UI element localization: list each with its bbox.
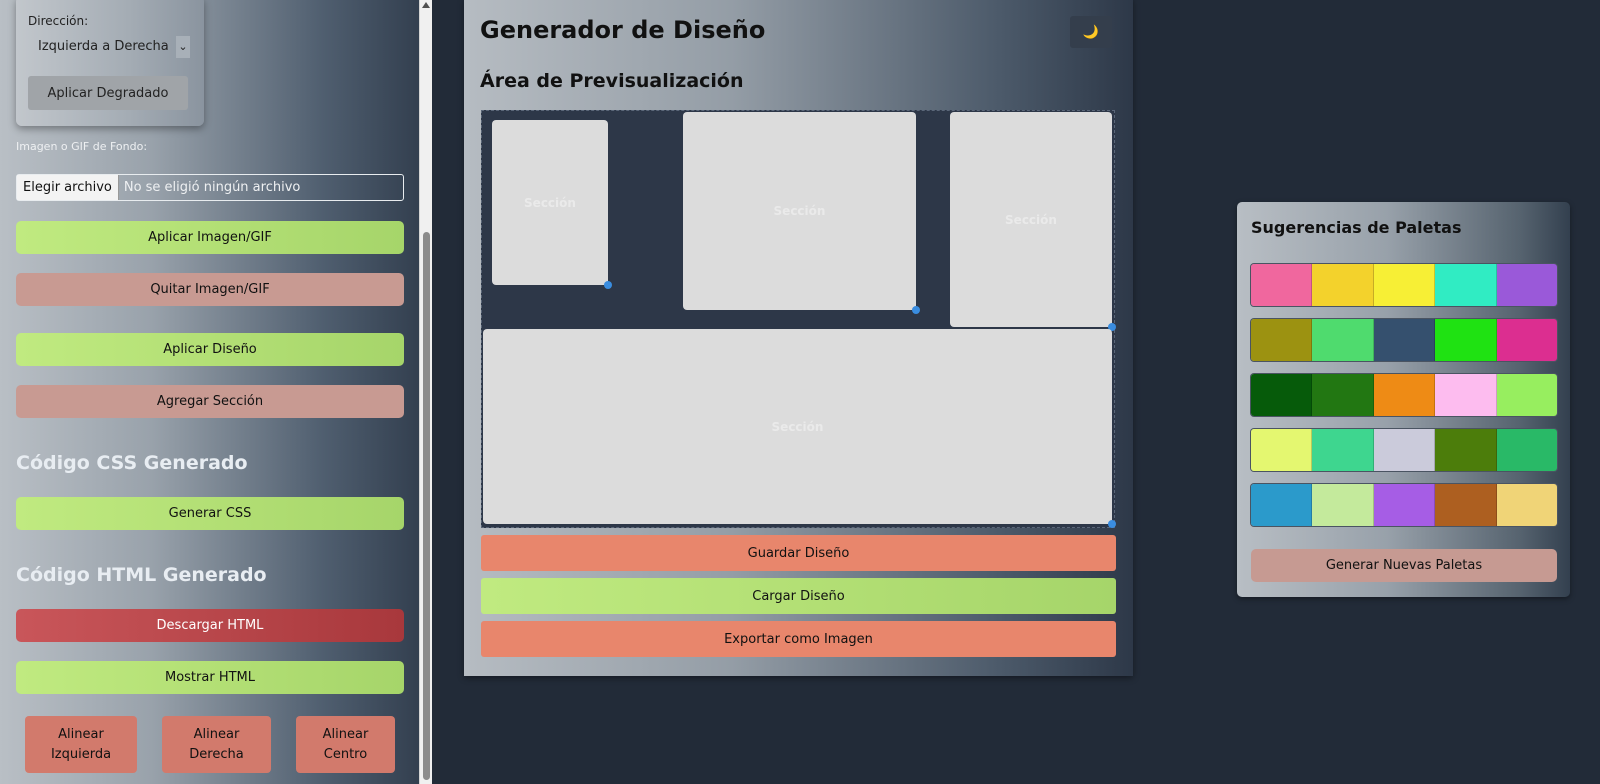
preview-area: Sección Sección Sección Sección bbox=[481, 110, 1116, 528]
palette-swatch[interactable] bbox=[1312, 429, 1374, 471]
align-right-button[interactable]: Alinear Derecha bbox=[162, 716, 271, 773]
align-center-button[interactable]: Alinear Centro bbox=[296, 716, 395, 773]
palette-swatch[interactable] bbox=[1373, 484, 1436, 526]
design-generator-panel: Generador de Diseño 🌙 Área de Previsuali… bbox=[464, 0, 1133, 676]
download-html-button[interactable]: Descargar HTML bbox=[16, 609, 404, 642]
preview-section[interactable]: Sección bbox=[492, 120, 612, 289]
chevron-down-icon: ⌄ bbox=[176, 36, 190, 58]
palette-swatch[interactable] bbox=[1251, 264, 1313, 306]
palette-swatch[interactable] bbox=[1251, 484, 1313, 526]
sidebar: Dirección: Izquierda a Derecha ⌄ Aplicar… bbox=[0, 0, 432, 784]
palette-swatch[interactable] bbox=[1373, 264, 1436, 306]
sidebar-scrollbar[interactable] bbox=[419, 0, 432, 784]
palette-suggestions-title: Sugerencias de Paletas bbox=[1251, 218, 1462, 237]
palette-row[interactable] bbox=[1251, 429, 1557, 471]
resize-handle[interactable] bbox=[1108, 520, 1116, 528]
palette-swatch[interactable] bbox=[1496, 264, 1557, 306]
save-design-button[interactable]: Guardar Diseño bbox=[481, 535, 1116, 571]
css-code-title: Código CSS Generado bbox=[16, 452, 248, 474]
apply-image-button[interactable]: Aplicar Imagen/GIF bbox=[16, 221, 404, 254]
palette-swatch[interactable] bbox=[1373, 319, 1436, 361]
preview-section[interactable]: Sección bbox=[483, 329, 1116, 528]
add-section-button[interactable]: Agregar Sección bbox=[16, 385, 404, 418]
section-label: Sección bbox=[1005, 212, 1057, 227]
direction-select-value: Izquierda a Derecha bbox=[38, 39, 169, 54]
html-code-title: Código HTML Generado bbox=[16, 564, 267, 586]
palette-swatch[interactable] bbox=[1312, 319, 1374, 361]
palette-swatch[interactable] bbox=[1251, 429, 1313, 471]
palette-swatch[interactable] bbox=[1496, 484, 1557, 526]
resize-handle[interactable] bbox=[604, 281, 612, 289]
palette-swatch[interactable] bbox=[1312, 374, 1374, 416]
palette-swatch[interactable] bbox=[1496, 319, 1557, 361]
load-design-button[interactable]: Cargar Diseño bbox=[481, 578, 1116, 614]
palette-swatch[interactable] bbox=[1435, 374, 1497, 416]
palette-row[interactable] bbox=[1251, 484, 1557, 526]
palette-row[interactable] bbox=[1251, 374, 1557, 416]
palette-row[interactable] bbox=[1251, 264, 1557, 306]
section-label: Sección bbox=[524, 195, 576, 210]
direction-label: Dirección: bbox=[28, 14, 89, 28]
preview-section[interactable]: Sección bbox=[950, 112, 1116, 331]
section-label: Sección bbox=[773, 204, 826, 218]
apply-gradient-button[interactable]: Aplicar Degradado bbox=[28, 76, 188, 110]
apply-design-button[interactable]: Aplicar Diseño bbox=[16, 333, 404, 366]
palette-swatch[interactable] bbox=[1312, 264, 1374, 306]
palette-swatch[interactable] bbox=[1373, 429, 1436, 471]
align-left-button[interactable]: Alinear Izquierda bbox=[25, 716, 137, 773]
choose-file-button[interactable]: Elegir archivo bbox=[17, 175, 119, 200]
palette-swatch[interactable] bbox=[1496, 374, 1557, 416]
page-title: Generador de Diseño bbox=[480, 16, 766, 44]
section-label: Sección bbox=[771, 419, 824, 434]
palette-swatch[interactable] bbox=[1373, 374, 1436, 416]
theme-toggle-button[interactable]: 🌙 bbox=[1070, 16, 1112, 48]
palette-swatch[interactable] bbox=[1435, 429, 1497, 471]
generate-palettes-button[interactable]: Generar Nuevas Paletas bbox=[1251, 549, 1557, 582]
background-image-label: Imagen o GIF de Fondo: bbox=[16, 140, 148, 153]
palette-swatch[interactable] bbox=[1435, 264, 1497, 306]
background-file-input[interactable]: Elegir archivo No se eligió ningún archi… bbox=[16, 174, 404, 201]
scroll-thumb[interactable] bbox=[423, 232, 430, 780]
preview-area-title: Área de Previsualización bbox=[480, 70, 744, 92]
resize-handle[interactable] bbox=[912, 306, 920, 314]
palette-row[interactable] bbox=[1251, 319, 1557, 361]
export-image-button[interactable]: Exportar como Imagen bbox=[481, 621, 1116, 657]
palette-suggestions-panel: Sugerencias de Paletas Generar Nuevas Pa… bbox=[1237, 202, 1570, 597]
preview-section[interactable]: Sección bbox=[683, 112, 920, 314]
palette-swatch[interactable] bbox=[1435, 319, 1497, 361]
moon-icon: 🌙 bbox=[1082, 24, 1100, 40]
direction-select[interactable]: Izquierda a Derecha ⌄ bbox=[28, 36, 190, 58]
palette-swatch[interactable] bbox=[1251, 374, 1313, 416]
file-status-text: No se eligió ningún archivo bbox=[123, 180, 301, 195]
show-html-button[interactable]: Mostrar HTML bbox=[16, 661, 404, 694]
gradient-settings-card: Dirección: Izquierda a Derecha ⌄ Aplicar… bbox=[16, 0, 204, 126]
palette-swatch[interactable] bbox=[1251, 319, 1313, 361]
palette-swatch[interactable] bbox=[1435, 484, 1497, 526]
scroll-up-arrow-icon[interactable] bbox=[422, 2, 430, 8]
palette-swatch[interactable] bbox=[1312, 484, 1374, 526]
generate-css-button[interactable]: Generar CSS bbox=[16, 497, 404, 530]
remove-image-button[interactable]: Quitar Imagen/GIF bbox=[16, 273, 404, 306]
palette-swatch[interactable] bbox=[1496, 429, 1557, 471]
